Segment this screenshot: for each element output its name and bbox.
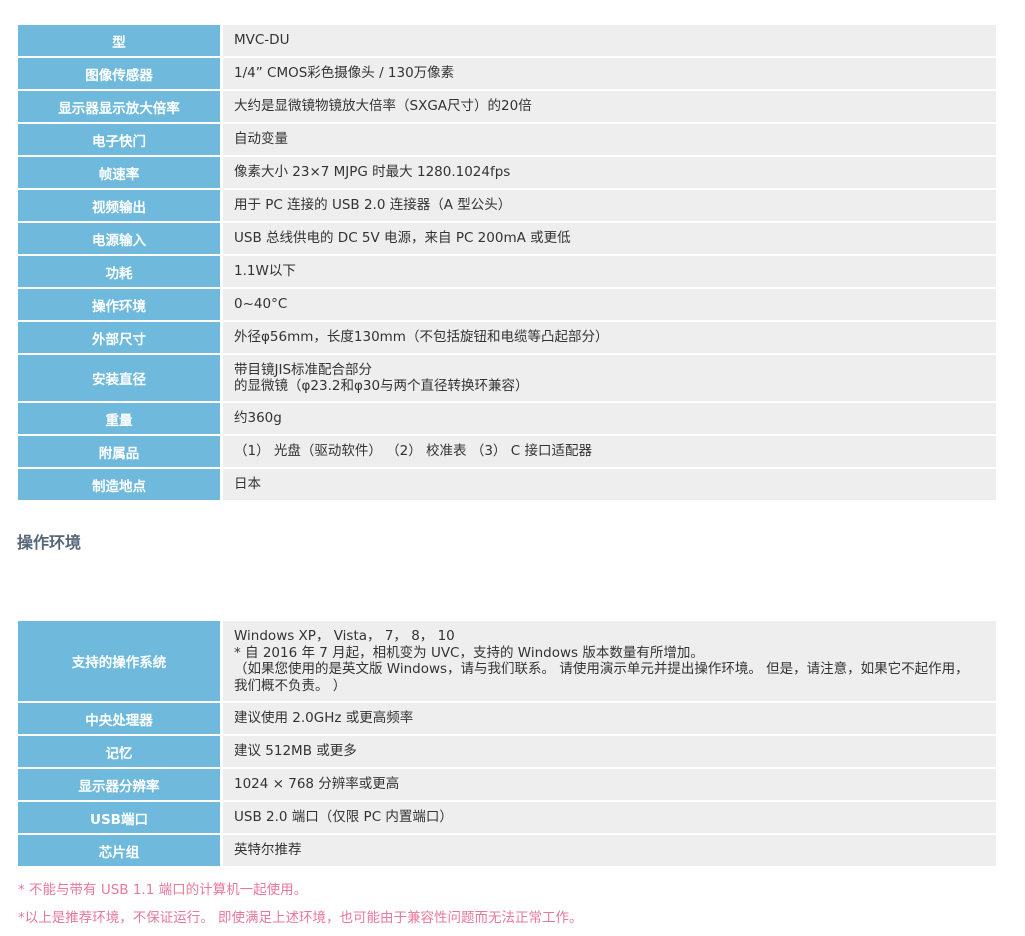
spec-value: 自动变量 [223,124,996,155]
spec-value: 大约是显微镜物镜放大倍率（SXGA尺寸）的20倍 [223,91,996,122]
spec-table: 型 MVC-DU 图像传感器 1/4” CMOS彩色摄像头 / 130万像素 显… [18,23,996,502]
spec-value: MVC-DU [223,25,996,56]
env-label: 显示器分辨率 [18,769,220,800]
table-row: 重量 约360g [18,403,996,434]
table-row: 显示器显示放大倍率 大约是显微镜物镜放大倍率（SXGA尺寸）的20倍 [18,91,996,122]
env-label: 记忆 [18,736,220,767]
spec-label: 型 [18,25,220,56]
spec-value: 1/4” CMOS彩色摄像头 / 130万像素 [223,58,996,89]
table-row: USB端口 USB 2.0 端口（仅限 PC 内置端口） [18,802,996,833]
spec-value: 用于 PC 连接的 USB 2.0 连接器（A 型公头） [223,190,996,221]
spec-label: 电子快门 [18,124,220,155]
spec-label: 电源输入 [18,223,220,254]
env-label: USB端口 [18,802,220,833]
table-row: 显示器分辨率 1024 × 768 分辨率或更高 [18,769,996,800]
table-row: 制造地点 日本 [18,469,996,500]
env-value: Windows XP， Vista， 7， 8， 10 * 自 2016 年 7… [223,621,996,701]
environment-table: 支持的操作系统 Windows XP， Vista， 7， 8， 10 * 自 … [18,619,996,868]
spec-value: USB 总线供电的 DC 5V 电源，来自 PC 200mA 或更低 [223,223,996,254]
table-row: 支持的操作系统 Windows XP， Vista， 7， 8， 10 * 自 … [18,621,996,701]
table-row: 芯片组 英特尔推荐 [18,835,996,866]
spec-value: 1.1W以下 [223,256,996,287]
spec-label: 操作环境 [18,289,220,320]
env-value: 建议 512MB 或更多 [223,736,996,767]
table-row: 附属品 （1） 光盘（驱动软件） （2） 校准表 （3） C 接口适配器 [18,436,996,467]
spec-label: 图像传感器 [18,58,220,89]
table-row: 功耗 1.1W以下 [18,256,996,287]
spec-value: 0~40°C [223,289,996,320]
spec-label: 安装直径 [18,355,220,401]
table-row: 外部尺寸 外径φ56mm，长度130mm（不包括旋钮和电缆等凸起部分） [18,322,996,353]
spec-value: 日本 [223,469,996,500]
spec-label: 显示器显示放大倍率 [18,91,220,122]
env-value: 1024 × 768 分辨率或更高 [223,769,996,800]
spec-value: 约360g [223,403,996,434]
table-row: 安装直径 带目镜JIS标准配合部分 的显微镜（φ23.2和φ30与两个直径转换环… [18,355,996,401]
spec-label: 外部尺寸 [18,322,220,353]
table-row: 记忆 建议 512MB 或更多 [18,736,996,767]
footnote: *以上是推荐环境，不保证运行。 即使满足上述环境，也可能由于兼容性问题而无法正常… [18,910,583,926]
env-label: 中央处理器 [18,703,220,734]
env-value: USB 2.0 端口（仅限 PC 内置端口） [223,802,996,833]
table-row: 视频输出 用于 PC 连接的 USB 2.0 连接器（A 型公头） [18,190,996,221]
spec-value: 像素大小 23×7 MJPG 时最大 1280.1024fps [223,157,996,188]
spec-label: 帧速率 [18,157,220,188]
table-row: 中央处理器 建议使用 2.0GHz 或更高频率 [18,703,996,734]
table-row: 操作环境 0~40°C [18,289,996,320]
spec-label: 附属品 [18,436,220,467]
table-row: 图像传感器 1/4” CMOS彩色摄像头 / 130万像素 [18,58,996,89]
table-row: 电源输入 USB 总线供电的 DC 5V 电源，来自 PC 200mA 或更低 [18,223,996,254]
env-value: 建议使用 2.0GHz 或更高频率 [223,703,996,734]
spec-label: 视频输出 [18,190,220,221]
env-label: 芯片组 [18,835,220,866]
spec-value: （1） 光盘（驱动软件） （2） 校准表 （3） C 接口适配器 [223,436,996,467]
env-label: 支持的操作系统 [18,621,220,701]
spec-value: 带目镜JIS标准配合部分 的显微镜（φ23.2和φ30与两个直径转换环兼容） [223,355,996,401]
footnote: * 不能与带有 USB 1.1 端口的计算机一起使用。 [18,882,308,898]
env-value: 英特尔推荐 [223,835,996,866]
table-row: 型 MVC-DU [18,25,996,56]
table-row: 帧速率 像素大小 23×7 MJPG 时最大 1280.1024fps [18,157,996,188]
table-row: 电子快门 自动变量 [18,124,996,155]
section-heading: 操作环境 [17,533,82,552]
spec-label: 功耗 [18,256,220,287]
spec-label: 制造地点 [18,469,220,500]
spec-label: 重量 [18,403,220,434]
spec-value: 外径φ56mm，长度130mm（不包括旋钮和电缆等凸起部分） [223,322,996,353]
